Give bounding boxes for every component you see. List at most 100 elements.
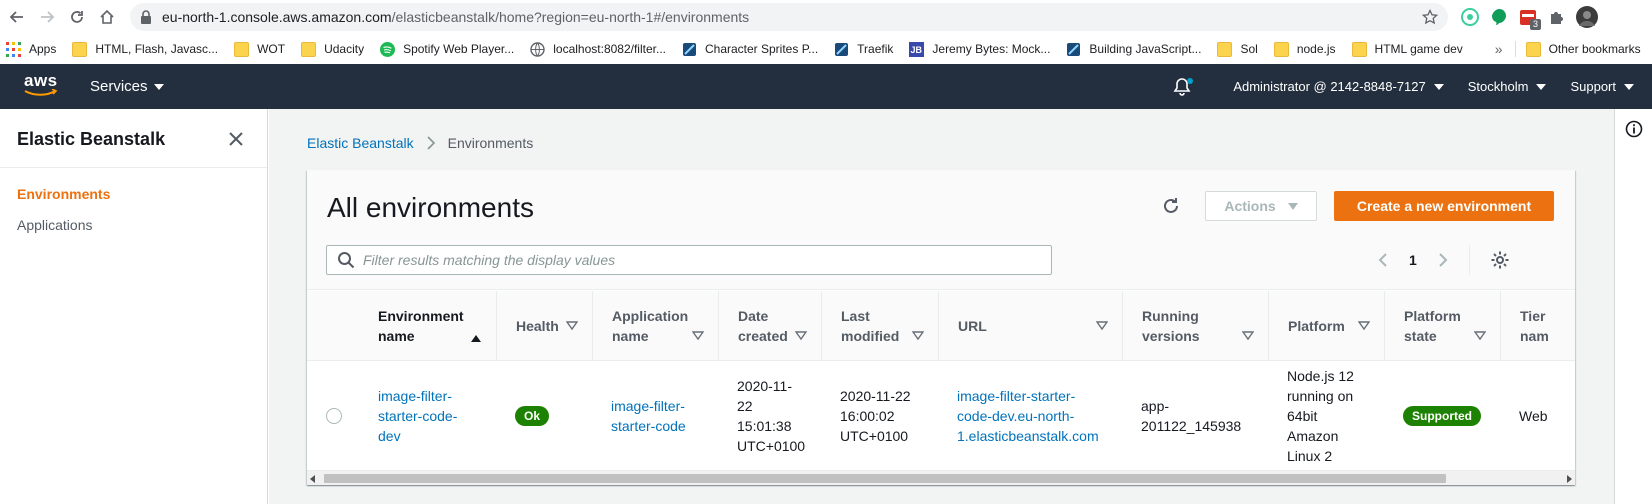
bookmark-label: localhost:8082/filter... [553, 42, 666, 56]
address-bar[interactable]: eu-north-1.console.aws.amazon.com/elasti… [130, 3, 1448, 31]
sort-filter-icon [912, 331, 924, 341]
extension-badge: 3 [1529, 19, 1541, 30]
page-number[interactable]: 1 [1409, 252, 1417, 268]
spotify-icon [374, 41, 403, 57]
extension-circle-icon[interactable] [1460, 7, 1480, 27]
info-icon[interactable] [1625, 120, 1643, 138]
page-title: All environments [327, 192, 534, 223]
bookmark-item[interactable]: Sol [1211, 37, 1263, 61]
bookmark-item[interactable]: WOT [228, 37, 291, 61]
services-menu[interactable]: Services [90, 78, 164, 95]
sort-filter-icon [1358, 321, 1370, 331]
environment-name-link[interactable]: image-filter-starter-code-dev [378, 386, 457, 446]
cell-date-created: 2020-11- 22 15:01:38 UTC+0100 [737, 377, 806, 454]
chevron-right-icon [427, 136, 435, 150]
bookmarks-overflow-button[interactable]: » [1495, 41, 1503, 57]
column-header-health[interactable]: Health [496, 291, 592, 361]
scroll-left-arrow-icon[interactable] [310, 475, 315, 483]
environment-url-link[interactable]: image-filter-starter-code-dev.eu-north- 1… [957, 386, 1099, 446]
support-menu[interactable]: Support [1570, 79, 1634, 94]
application-name-link[interactable]: image-filter-starter-code [611, 396, 686, 436]
chevron-right-icon[interactable] [1437, 252, 1449, 268]
column-header-date-created[interactable]: Date created [718, 291, 821, 361]
caret-down-icon [1287, 202, 1298, 210]
aws-smile-icon [24, 89, 58, 96]
extensions-puzzle-icon[interactable] [1547, 7, 1567, 27]
panel-header: All environments Actions Create a new en… [307, 170, 1575, 290]
bookmark-item[interactable]: HTML game dev [1346, 37, 1469, 61]
browser-toolbar: eu-north-1.console.aws.amazon.com/elasti… [0, 0, 1652, 34]
other-bookmarks[interactable]: Other bookmarks [1520, 37, 1647, 61]
reload-icon [71, 11, 83, 23]
scroll-right-arrow-icon[interactable] [1567, 475, 1572, 483]
create-environment-button[interactable]: Create a new environment [1334, 191, 1554, 221]
sort-filter-icon [566, 321, 578, 331]
cell-platform: Node.js 12 running on 64bit Amazon Linux 2 [1287, 367, 1354, 464]
column-header-platform-state[interactable]: Platform state [1384, 291, 1500, 361]
bookmark-item[interactable]: Building JavaScript... [1060, 37, 1207, 61]
aws-logo[interactable]: aws [24, 72, 58, 100]
row-radio-button[interactable] [326, 407, 342, 424]
bookmark-label: Apps [29, 42, 57, 56]
bookmark-item[interactable]: node.js [1268, 37, 1342, 61]
reload-button[interactable] [64, 4, 90, 30]
account-label: Administrator @ 2142-8848-7127 [1233, 79, 1426, 94]
bookmark-item[interactable]: HTML, Flash, Javasc... [66, 37, 224, 61]
sidebar-item-environments[interactable]: Environments [17, 186, 110, 202]
refresh-icon [1164, 198, 1178, 213]
notifications-bell-icon[interactable] [1171, 76, 1194, 98]
extension-calendar-icon[interactable]: 3 [1518, 7, 1541, 30]
extension-leaf-icon[interactable] [1489, 7, 1509, 27]
support-label: Support [1570, 79, 1616, 94]
sort-filter-icon [795, 331, 807, 341]
refresh-button[interactable] [1155, 190, 1187, 222]
region-menu[interactable]: Stockholm [1468, 79, 1547, 94]
environments-panel: All environments Actions Create a new en… [307, 170, 1575, 485]
chevron-left-icon[interactable] [1377, 252, 1389, 268]
column-header-running-versions[interactable]: Running versions [1122, 291, 1268, 361]
bookmark-item[interactable]: Spotify Web Player... [374, 37, 520, 61]
back-button[interactable] [4, 4, 30, 30]
platform-state-badge: Supported [1403, 405, 1481, 426]
svg-text:JB: JB [911, 45, 923, 55]
close-sidebar-button[interactable] [226, 129, 246, 149]
cell-platform-state: Supported [1384, 361, 1500, 470]
bookmark-star-icon[interactable] [1421, 8, 1439, 28]
home-icon [100, 9, 114, 24]
bookmark-item[interactable]: Apps [0, 37, 62, 61]
bookmark-label: Udacity [324, 42, 365, 56]
close-icon [229, 132, 243, 146]
column-header-environment-name[interactable]: Environment name [359, 291, 496, 361]
scrollbar-thumb[interactable] [324, 474, 1446, 483]
bookmark-label: Character Sprites P... [704, 42, 819, 56]
cell-application-name: image-filter-starter-code [592, 361, 718, 470]
forward-button[interactable] [34, 4, 60, 30]
filter-input[interactable] [363, 252, 1023, 268]
folder-icon [295, 41, 324, 57]
settings-gear-icon[interactable] [1490, 250, 1510, 270]
bookmark-item[interactable]: JB Jeremy Bytes: Mock... [903, 37, 1056, 61]
table-row: image-filter-starter-code-dev Ok image-f… [307, 361, 1575, 470]
breadcrumb-root-link[interactable]: Elastic Beanstalk [307, 135, 414, 151]
bookmarks-bar: Apps HTML, Flash, Javasc... WOT Udacity Spot… [0, 34, 1652, 64]
column-header-last-modified[interactable]: Last modified [821, 291, 938, 361]
search-icon [338, 252, 355, 269]
profile-avatar[interactable] [1576, 6, 1598, 28]
column-header-url[interactable]: URL [938, 291, 1122, 361]
column-header-application-name[interactable]: Application name [592, 291, 718, 361]
pagination: 1 [1377, 245, 1510, 275]
column-header-platform[interactable]: Platform [1268, 291, 1384, 361]
column-header-tier-name[interactable]: Tier nam [1500, 291, 1575, 361]
home-button[interactable] [94, 4, 120, 30]
arrow-left-icon [9, 11, 23, 23]
bookmark-item[interactable]: Character Sprites P... [676, 37, 824, 61]
bookmark-item[interactable]: localhost:8082/filter... [524, 37, 672, 61]
actions-button[interactable]: Actions [1205, 191, 1317, 221]
account-menu[interactable]: Administrator @ 2142-8848-7127 [1233, 79, 1444, 94]
bookmark-item[interactable]: Traefik [828, 37, 899, 61]
folder-icon [228, 41, 257, 57]
horizontal-scrollbar[interactable] [307, 470, 1575, 485]
bookmark-item[interactable]: Udacity [295, 37, 370, 61]
caret-down-icon [1536, 83, 1547, 90]
sidebar-item-applications[interactable]: Applications [17, 217, 93, 233]
